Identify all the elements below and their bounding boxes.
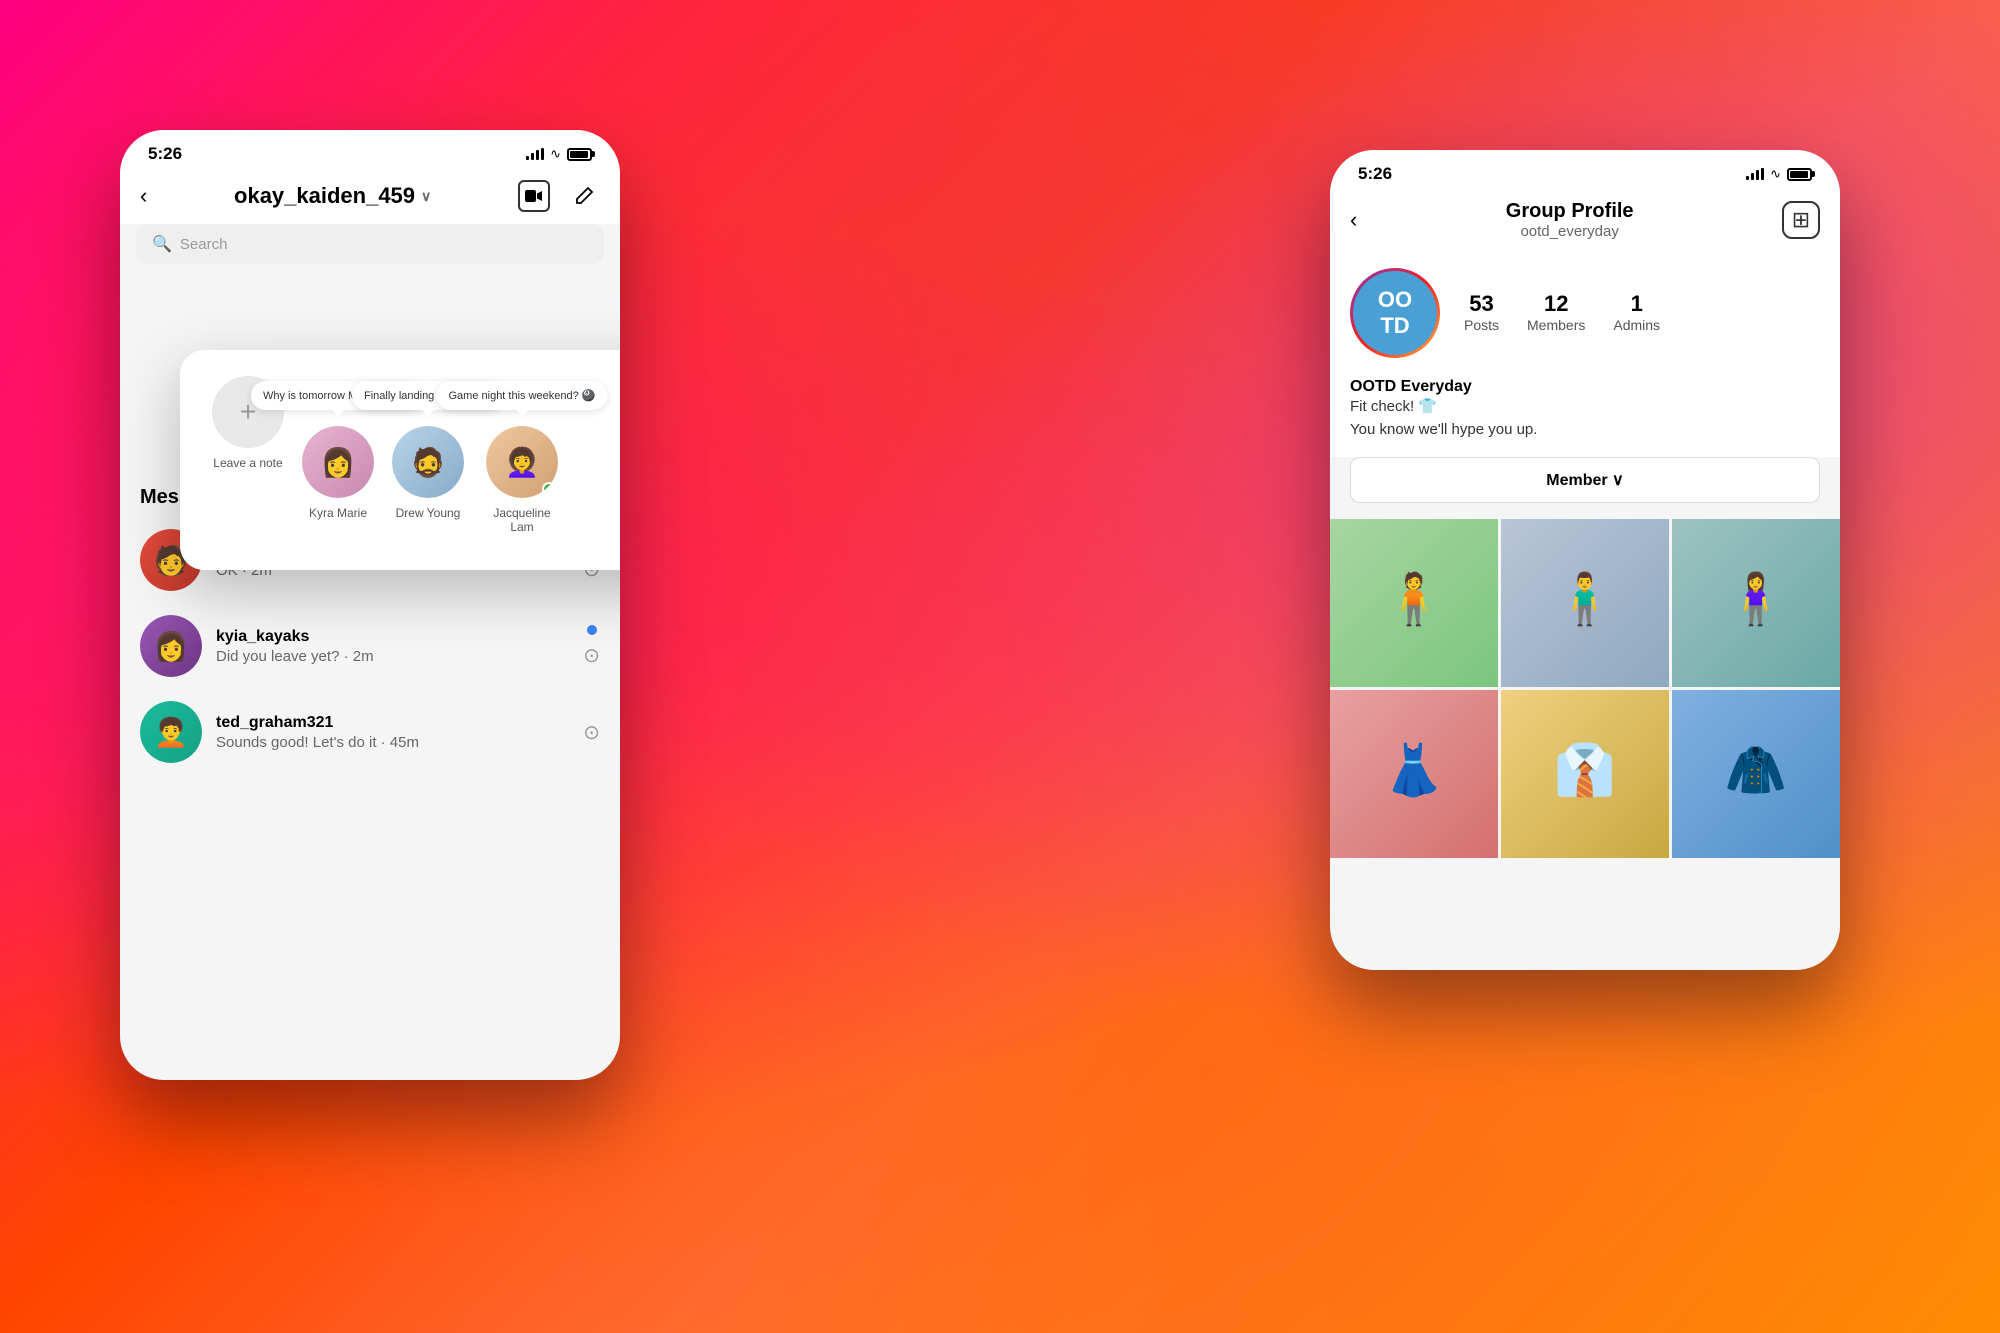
- note-label-self: Leave a note: [213, 456, 282, 470]
- group-desc: OOTD Everyday Fit check! 👕 You know we'l…: [1330, 374, 1840, 457]
- compose-button[interactable]: [568, 180, 600, 212]
- message-item-3[interactable]: 🧑‍🦱 ted_graham321 Sounds good! Let's do …: [120, 689, 620, 775]
- stat-members-label: Members: [1527, 317, 1585, 333]
- group-subtitle-label: ootd_everyday: [1506, 223, 1634, 240]
- status-time-left: 5:26: [148, 144, 182, 164]
- signal-icon-right: [1746, 168, 1764, 180]
- back-button-left[interactable]: ‹: [140, 183, 147, 209]
- message-item-2[interactable]: 👩 kyia_kayaks Did you leave yet? · 2m ⊙: [120, 603, 620, 689]
- video-icon: [525, 189, 543, 203]
- phone-left: 5:26 ∿ ‹ okay_kaiden_459 ∨: [120, 130, 620, 1080]
- username-label: okay_kaiden_459: [234, 183, 415, 209]
- stat-admins-label: Admins: [1613, 317, 1660, 333]
- stat-posts-count: 53: [1464, 291, 1499, 317]
- stat-members-count: 12: [1527, 291, 1585, 317]
- member-button[interactable]: Member ∨: [1350, 457, 1820, 503]
- stat-members: 12 Members: [1527, 291, 1585, 335]
- nav-title-left: okay_kaiden_459 ∨: [234, 183, 431, 209]
- photo-cell-6[interactable]: 🧥: [1672, 690, 1840, 858]
- photo-cell-2[interactable]: 🧍‍♂️: [1501, 519, 1669, 687]
- group-bio-line1: Fit check! 👕: [1350, 398, 1437, 415]
- status-bar-left: 5:26 ∿: [120, 130, 620, 172]
- group-bio-line2: You know we'll hype you up.: [1350, 421, 1537, 438]
- msg-right-2: ⊙: [583, 625, 600, 668]
- group-stats: 53 Posts 12 Members 1 Admins: [1464, 291, 1820, 335]
- search-icon: 🔍: [152, 234, 172, 254]
- note-item-drew[interactable]: Finally landing in NYC! ❤️ 🧔 Drew Young: [392, 426, 464, 520]
- wifi-icon-right: ∿: [1770, 166, 1781, 182]
- photo-grid: 🧍 🧍‍♂️ 🧍‍♀️ 👗 👔 🧥: [1330, 519, 1840, 861]
- status-bar-right: 5:26 ∿: [1330, 150, 1840, 192]
- notes-strip: + Leave a note Why is tomorrow Monday!? …: [196, 366, 620, 550]
- photo-cell-1[interactable]: 🧍: [1330, 519, 1498, 687]
- note-item-jacqueline[interactable]: Game night this weekend? 🎱 👩‍🦱 Jacquelin…: [482, 426, 562, 534]
- msg-preview-3: Sounds good! Let's do it · 45m: [216, 734, 569, 751]
- add-to-group-button[interactable]: ⊞: [1782, 201, 1820, 239]
- photo-cell-4[interactable]: 👗: [1330, 690, 1498, 858]
- group-profile-title: Group Profile ootd_everyday: [1506, 200, 1634, 240]
- notes-card: + Leave a note Why is tomorrow Monday!? …: [180, 350, 620, 570]
- msg-content-3: ted_graham321 Sounds good! Let's do it ·…: [216, 714, 569, 751]
- msg-avatar-3: 🧑‍🦱: [140, 701, 202, 763]
- chevron-down-icon[interactable]: ∨: [421, 188, 431, 205]
- signal-icon: [526, 148, 544, 160]
- msg-avatar-2: 👩: [140, 615, 202, 677]
- msg-right-3: ⊙: [583, 720, 600, 745]
- note-label-kyra: Kyra Marie: [309, 506, 367, 520]
- phone-right: 5:26 ∿ ‹ Group Profile ootd_everyday ⊞ O…: [1330, 150, 1840, 970]
- msg-username-2: kyia_kayaks: [216, 628, 569, 646]
- wifi-icon: ∿: [550, 146, 561, 162]
- battery-icon: [567, 148, 592, 161]
- camera-icon-2[interactable]: ⊙: [583, 643, 600, 668]
- stat-admins: 1 Admins: [1613, 291, 1660, 335]
- online-indicator-jacqueline: [542, 482, 556, 496]
- status-icons-left: ∿: [526, 146, 592, 162]
- note-label-drew: Drew Young: [396, 506, 461, 520]
- edit-icon: [574, 186, 594, 206]
- search-bar[interactable]: 🔍 Search: [136, 224, 604, 264]
- stat-posts: 53 Posts: [1464, 291, 1499, 335]
- camera-icon-3[interactable]: ⊙: [583, 720, 600, 745]
- group-profile-header: ‹ Group Profile ootd_everyday ⊞: [1330, 192, 1840, 252]
- avatar-kyra: 👩: [302, 426, 374, 498]
- msg-content-2: kyia_kayaks Did you leave yet? · 2m: [216, 628, 569, 665]
- stat-posts-label: Posts: [1464, 317, 1499, 333]
- status-icons-right: ∿: [1746, 166, 1812, 182]
- unread-dot-2: [587, 625, 597, 635]
- nav-actions-left: [518, 180, 600, 212]
- video-call-button[interactable]: [518, 180, 550, 212]
- photo-cell-3[interactable]: 🧍‍♀️: [1672, 519, 1840, 687]
- group-title-label: Group Profile: [1506, 200, 1634, 223]
- group-bio: Fit check! 👕 You know we'll hype you up.: [1350, 396, 1820, 441]
- stat-admins-count: 1: [1613, 291, 1660, 317]
- avatar-drew: 🧔: [392, 426, 464, 498]
- member-button-label: Member ∨: [1546, 470, 1624, 490]
- status-time-right: 5:26: [1358, 164, 1392, 184]
- group-avatar-inner: OOTD: [1353, 271, 1437, 355]
- search-placeholder: Search: [180, 236, 228, 253]
- msg-preview-2: Did you leave yet? · 2m: [216, 648, 569, 665]
- photo-cell-5[interactable]: 👔: [1501, 690, 1669, 858]
- back-button-right[interactable]: ‹: [1350, 207, 1357, 233]
- group-avatar: OOTD: [1350, 268, 1440, 358]
- msg-username-3: ted_graham321: [216, 714, 569, 732]
- nav-header-left: ‹ okay_kaiden_459 ∨: [120, 172, 620, 224]
- note-item-kyra[interactable]: Why is tomorrow Monday!? 😩 👩 Kyra Marie: [302, 426, 374, 520]
- speech-bubble-jacqueline: Game night this weekend? 🎱: [437, 381, 608, 410]
- group-name-label: OOTD Everyday: [1350, 378, 1820, 396]
- avatar-jacqueline: 👩‍🦱: [486, 426, 558, 498]
- group-info: OOTD 53 Posts 12 Members 1 Admins: [1330, 252, 1840, 374]
- battery-icon-right: [1787, 168, 1812, 181]
- note-label-jacqueline: Jacqueline Lam: [482, 506, 562, 534]
